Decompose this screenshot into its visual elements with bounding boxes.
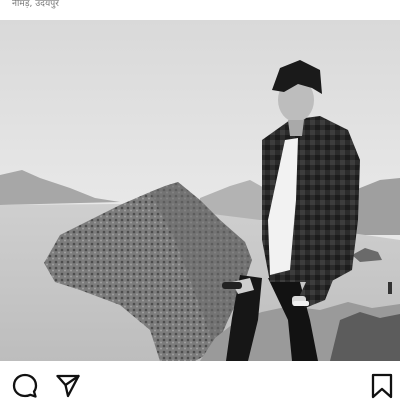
share-icon[interactable] — [55, 373, 81, 399]
distant-person — [388, 282, 392, 294]
post-header: नीमड़, उदयपुर — [0, 0, 400, 20]
post-photo[interactable] — [0, 20, 400, 361]
bookmark-icon[interactable] — [370, 373, 394, 399]
post-action-bar — [0, 361, 400, 400]
post-location[interactable]: नीमड़, उदयपुर — [12, 0, 59, 9]
comment-icon[interactable] — [12, 373, 38, 399]
